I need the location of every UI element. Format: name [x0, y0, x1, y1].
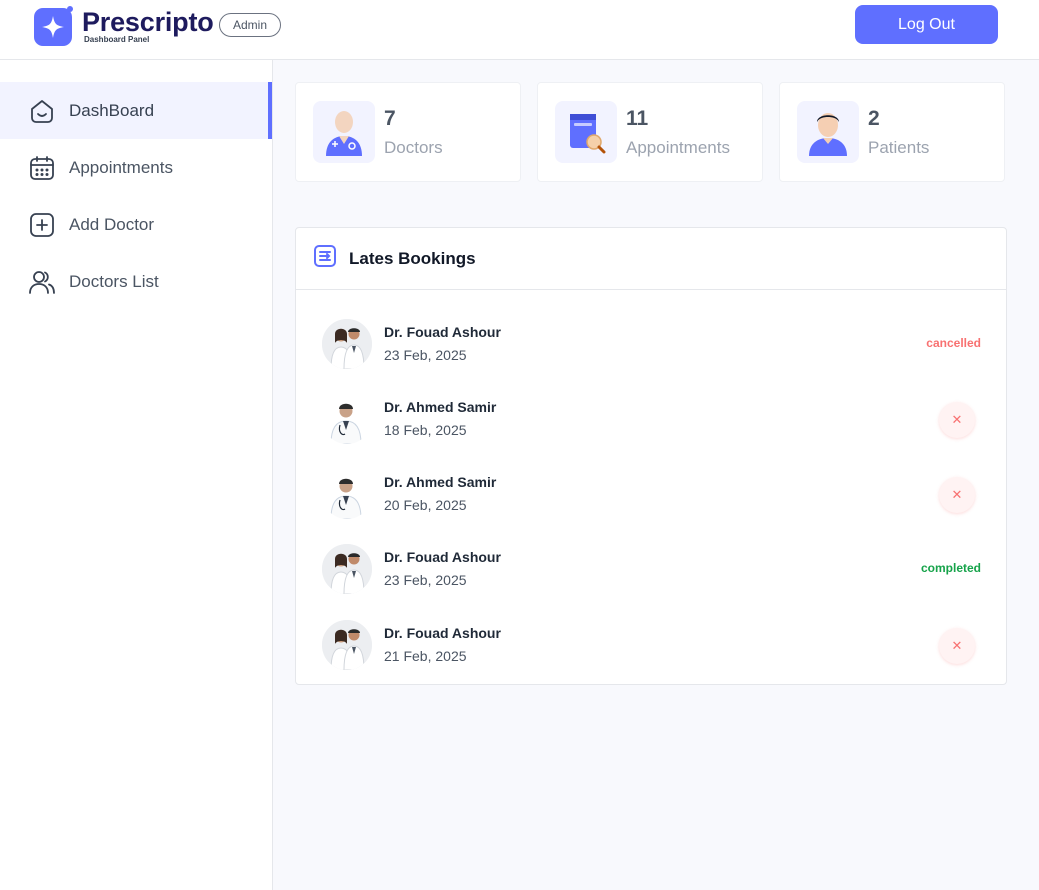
home-icon	[28, 97, 56, 125]
doctor-icon	[313, 101, 375, 163]
doctor-avatar	[322, 544, 372, 594]
stat-label: Patients	[868, 138, 930, 157]
booking-date: 21 Feb, 2025	[384, 648, 467, 664]
booking-date: 18 Feb, 2025	[384, 422, 467, 438]
stat-card-appointments: 11 Appointments	[537, 82, 763, 182]
doctor-name: Dr. Fouad Ashour	[384, 324, 501, 340]
stat-card-doctors: 7 Doctors	[295, 82, 521, 182]
stat-value: 2	[868, 107, 880, 130]
list-icon	[313, 244, 337, 273]
sidebar-item-doctors-list[interactable]: Doctors List	[0, 253, 272, 310]
brand-name: Prescripto	[82, 7, 214, 37]
sidebar-item-label: Appointments	[69, 157, 173, 177]
doctor-avatar	[322, 394, 372, 444]
sidebar-item-label: DashBoard	[69, 100, 155, 120]
add-icon	[28, 211, 56, 239]
booking-row: Dr. Fouad Ashour 23 Feb, 2025 cancelled	[296, 314, 1006, 374]
booking-row: Dr. Ahmed Samir 20 Feb, 2025 ✕	[296, 464, 1006, 524]
prescripto-logo-icon	[33, 5, 75, 47]
booking-date: 23 Feb, 2025	[384, 572, 467, 588]
doctor-name: Dr. Ahmed Samir	[384, 474, 497, 490]
stat-label: Appointments	[626, 138, 730, 157]
sidebar-item-label: Add Doctor	[69, 214, 155, 234]
role-badge: Admin	[219, 13, 281, 37]
sidebar-item-appointments[interactable]: Appointments	[0, 139, 272, 196]
status-badge: completed	[920, 561, 981, 575]
people-icon	[28, 268, 56, 296]
latest-bookings-panel: Lates Bookings Dr. Fouad Ashour 23 Feb, …	[295, 227, 1007, 685]
booking-row: Dr. Fouad Ashour 23 Feb, 2025 completed	[296, 539, 1006, 599]
stat-label: Doctors	[384, 138, 443, 157]
cancel-appointment-button[interactable]: ✕	[939, 628, 975, 664]
sidebar-item-add-doctor[interactable]: Add Doctor	[0, 196, 272, 253]
doctor-name: Dr. Ahmed Samir	[384, 399, 497, 415]
cancel-appointment-button[interactable]: ✕	[939, 477, 975, 513]
stat-value: 7	[384, 107, 396, 130]
booking-row: Dr. Ahmed Samir 18 Feb, 2025 ✕	[296, 389, 1006, 449]
booking-date: 23 Feb, 2025	[384, 347, 467, 363]
sidebar-item-dashboard[interactable]: DashBoard	[0, 82, 272, 139]
doctor-avatar	[322, 469, 372, 519]
stat-value: 11	[626, 107, 649, 130]
status-badge: cancelled	[926, 336, 981, 350]
doctor-avatar	[322, 620, 372, 670]
sidebar: DashBoard Appointments Add Doctor Doctor…	[0, 60, 273, 890]
stat-card-patients: 2 Patients	[779, 82, 1005, 182]
latest-bookings-header: Lates Bookings	[296, 228, 1006, 290]
patient-icon	[797, 101, 859, 163]
doctor-avatar	[322, 319, 372, 369]
appointments-book-icon	[555, 101, 617, 163]
calendar-icon	[28, 154, 56, 182]
sidebar-item-label: Doctors List	[69, 271, 159, 291]
booking-row: Dr. Fouad Ashour 21 Feb, 2025 ✕	[296, 615, 1006, 675]
cancel-appointment-button[interactable]: ✕	[939, 402, 975, 438]
doctor-name: Dr. Fouad Ashour	[384, 549, 501, 565]
top-navbar: Prescripto Dashboard Panel Admin Log Out	[0, 0, 1039, 60]
booking-date: 20 Feb, 2025	[384, 497, 467, 513]
latest-bookings-title: Lates Bookings	[349, 248, 476, 268]
doctor-name: Dr. Fouad Ashour	[384, 625, 501, 641]
brand-logo[interactable]: Prescripto Dashboard Panel	[33, 5, 214, 47]
logout-button[interactable]: Log Out	[855, 5, 998, 44]
main-content: 7 Doctors 11 Appointments 2 Patients Lat…	[273, 60, 1039, 890]
